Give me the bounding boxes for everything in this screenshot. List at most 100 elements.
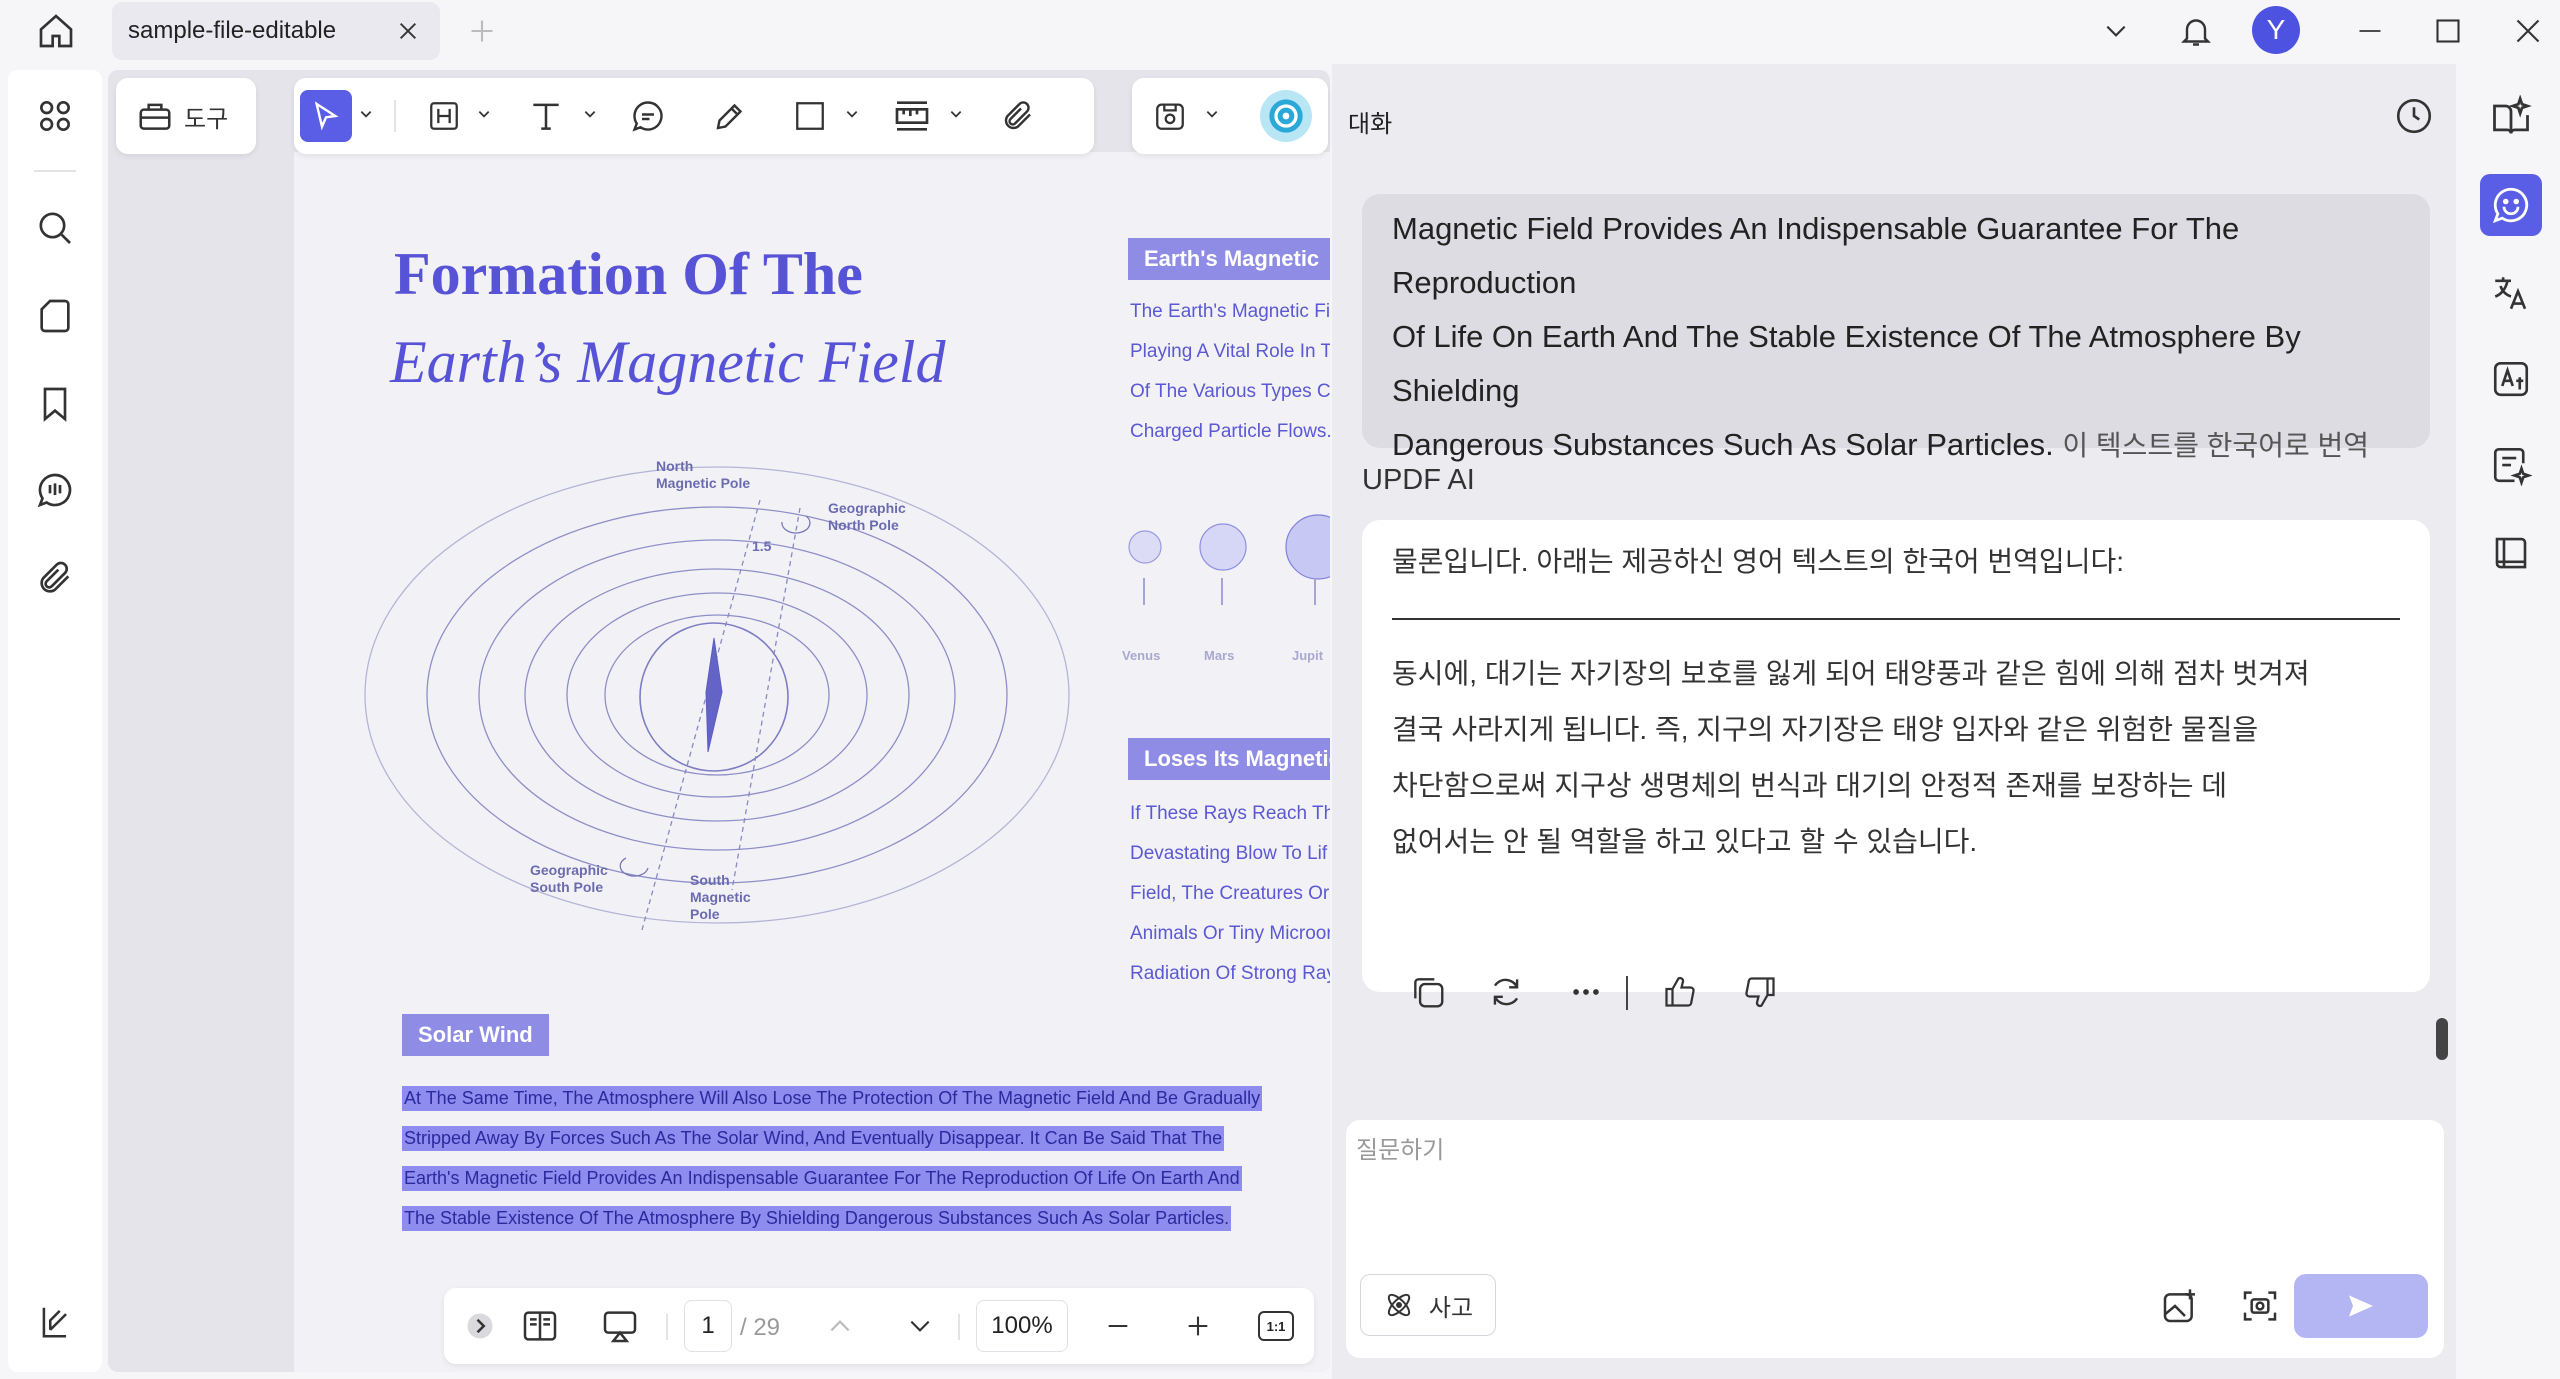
chat-input[interactable] [1356, 1130, 2426, 1250]
planet-circles [1128, 514, 1330, 605]
atom-icon [1387, 1293, 1411, 1317]
collapse-arrow-icon[interactable] [454, 1300, 506, 1352]
user-message-bubble: Magnetic Field Provides An Indispensable… [1362, 194, 2430, 462]
label-angle: 1.5 [752, 538, 772, 554]
ai-assistant-button[interactable] [1260, 90, 1312, 142]
more-icon[interactable] [1560, 966, 1612, 1018]
planet-label-venus: Venus [1122, 648, 1161, 663]
pdf-right-column: Earth's Magnetic The Earth's Magnetic Fi… [1110, 230, 1330, 1010]
bookmark-icon[interactable] [27, 376, 83, 432]
attachment-icon[interactable] [27, 550, 83, 606]
badge-loses-magnetic: Loses Its Magnetic [1128, 738, 1330, 780]
thumbs-up-icon[interactable] [1654, 966, 1706, 1018]
ruler-icon [895, 101, 929, 131]
planet-label-jupiter: Jupit [1292, 648, 1324, 663]
reader-mode-icon[interactable] [2480, 86, 2542, 148]
history-icon[interactable] [2388, 90, 2440, 142]
regenerate-icon[interactable] [1480, 966, 1532, 1018]
search-icon[interactable] [27, 200, 83, 256]
highlighted-text-line[interactable]: Earth's Magnetic Field Provides An Indis… [402, 1166, 1242, 1191]
pen-tool[interactable] [704, 90, 756, 142]
shape-tool[interactable] [784, 90, 836, 142]
chat-title: 대화 [1348, 111, 1393, 138]
new-tab-icon[interactable] [454, 8, 510, 54]
close-tab-icon[interactable] [386, 9, 430, 53]
chevron-down-icon[interactable] [842, 104, 862, 124]
close-window-icon[interactable] [2500, 8, 2556, 54]
page-view-icon[interactable] [514, 1300, 566, 1352]
total-pages: / 29 [740, 1314, 781, 1341]
badge-earth-magnetic: Earth's Magnetic [1128, 238, 1330, 280]
label-geographic-south-pole: Geographic South Pole [530, 862, 608, 895]
chevron-down-icon[interactable] [1202, 104, 1222, 124]
screenshot-icon[interactable] [2234, 1280, 2286, 1332]
presentation-icon[interactable] [594, 1300, 646, 1352]
current-page-input[interactable]: 1 [684, 1300, 732, 1352]
pen-icon [716, 103, 743, 130]
ai-logo-icon [1269, 99, 1303, 133]
right-rail [2456, 64, 2560, 1379]
annotation-tools-group [294, 78, 1094, 154]
book-icon[interactable] [2480, 522, 2542, 584]
rectangle-icon [796, 102, 824, 130]
highlighted-text-line[interactable]: At The Same Time, The Atmosphere Will Al… [402, 1086, 1263, 1111]
tools-button[interactable]: 도구 [136, 92, 228, 140]
home-icon[interactable] [28, 8, 84, 54]
heading-tool[interactable] [418, 90, 470, 142]
pager-divider [958, 1314, 960, 1340]
save-icon [1156, 103, 1184, 130]
response-divider [1392, 618, 2400, 620]
attach-tool[interactable] [992, 90, 1044, 142]
zoom-level[interactable]: 100% [976, 1300, 1068, 1352]
ai-chat-tab-icon[interactable] [2480, 174, 2542, 236]
chat-scrollbar[interactable] [2436, 1018, 2448, 1060]
chevron-down-icon[interactable] [2088, 8, 2144, 54]
select-tool[interactable] [300, 90, 352, 142]
next-page-icon[interactable] [894, 1300, 946, 1352]
planet-label-mars: Mars [1204, 648, 1235, 663]
apps-grid-icon[interactable] [27, 88, 83, 144]
zoom-in-icon[interactable] [1172, 1300, 1224, 1352]
ai-summary-icon[interactable] [2480, 434, 2542, 496]
send-button[interactable] [2294, 1274, 2428, 1338]
image-upload-icon[interactable] [2154, 1280, 2206, 1332]
pages-icon[interactable] [27, 288, 83, 344]
maximize-icon[interactable] [2420, 8, 2476, 54]
user-message-text: Magnetic Field Provides An Indispensable… [1392, 211, 2370, 462]
document-tab[interactable]: sample-file-editable [112, 2, 440, 60]
comment-tool[interactable] [622, 90, 674, 142]
tools-label: 도구 [184, 105, 229, 133]
copy-icon[interactable] [1402, 966, 1454, 1018]
chevron-down-icon[interactable] [580, 104, 600, 124]
user-avatar[interactable]: Y [2252, 6, 2300, 54]
minimize-icon[interactable] [2342, 8, 2398, 54]
highlighted-text-line[interactable]: Stripped Away By Forces Such As The Sola… [402, 1126, 1225, 1151]
text-tool[interactable] [520, 90, 572, 142]
ai-response-card: 물론입니다. 아래는 제공하신 영어 텍스트의 한국어 번역입니다: 동시에, … [1362, 520, 2430, 1010]
text-icon [533, 103, 559, 130]
translate-icon[interactable] [2480, 262, 2542, 324]
ai-name-label: UPDF AI [1362, 464, 1475, 496]
actual-size-button[interactable]: 1:1 [1250, 1300, 1302, 1352]
chevron-down-icon[interactable] [356, 104, 376, 124]
measure-tool[interactable] [886, 90, 938, 142]
thumbs-down-icon[interactable] [1734, 966, 1786, 1018]
ai-translate-icon[interactable] [2480, 348, 2542, 410]
label-north-magnetic-pole: North Magnetic Pole [656, 458, 751, 491]
paperclip-icon [1004, 101, 1031, 130]
chevron-down-icon[interactable] [474, 104, 494, 124]
bell-icon[interactable] [2168, 8, 2224, 54]
think-mode-button[interactable]: 사고 [1360, 1274, 1496, 1336]
zoom-out-icon[interactable] [1092, 1300, 1144, 1352]
label-geographic-north-pole: Geographic North Pole [828, 500, 906, 533]
save-tool[interactable] [1144, 90, 1196, 142]
theme-icon[interactable] [27, 1294, 83, 1350]
ai-translation-line: 결국 사라지게 됩니다. 즉, 지구의 자기장은 태양 입자와 같은 위험한 물… [1392, 714, 2259, 745]
actual-size-label: 1:1 [1258, 1311, 1294, 1341]
highlighted-text-line[interactable]: The Stable Existence Of The Atmosphere B… [402, 1206, 1232, 1231]
prev-page-icon[interactable] [814, 1300, 866, 1352]
left-sidebar [8, 70, 102, 1372]
sidebar-divider [34, 170, 76, 172]
chevron-down-icon[interactable] [946, 104, 966, 124]
comment-icon[interactable] [27, 462, 83, 518]
